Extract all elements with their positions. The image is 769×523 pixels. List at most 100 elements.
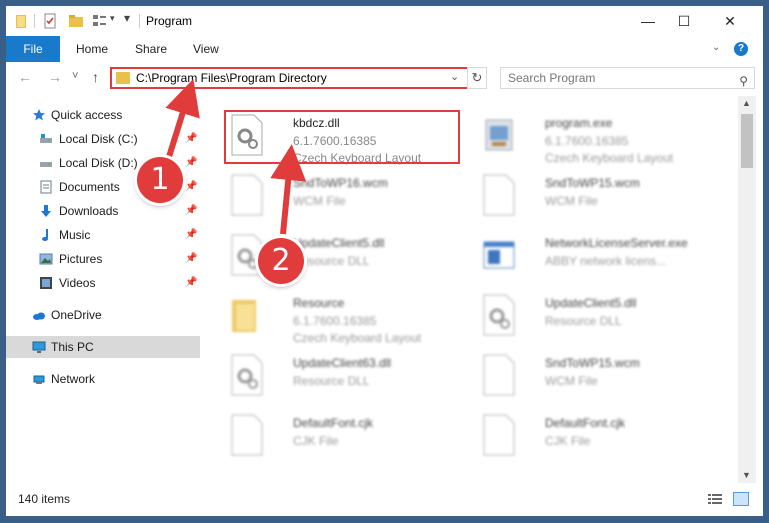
file-description: Czech Keyboard Layout	[545, 151, 674, 165]
sidebar-item-label: Music	[59, 228, 91, 242]
sidebar-item-label: Local Disk (D:)	[59, 156, 138, 170]
file-type: CJK File	[545, 434, 591, 448]
file-tile-networklicenseserver-exe[interactable]: NetworkLicenseServer.exe ABBY network li…	[482, 230, 722, 282]
scroll-thumb[interactable]	[741, 114, 753, 168]
sidebar-item-videos[interactable]: Videos 📌	[6, 272, 200, 294]
file-name: program.exe	[545, 116, 613, 130]
sidebar-item-label: Videos	[59, 276, 96, 290]
pin-icon[interactable]: 📌	[185, 128, 197, 150]
file-tile-program-exe[interactable]: program.exe 6.1.7600.16385 Czech Keyboar…	[482, 110, 722, 165]
tab-view[interactable]: View	[193, 36, 219, 62]
pin-icon[interactable]: 📌	[185, 272, 197, 294]
customize-arrow-icon[interactable]: ▾	[124, 11, 130, 25]
file-name: SndToWP15.wcm	[545, 176, 640, 190]
pin-icon[interactable]: 📌	[185, 224, 197, 246]
sidebar-item-label: Quick access	[51, 108, 123, 122]
back-button[interactable]: ←	[18, 69, 32, 85]
documents-icon	[40, 180, 52, 194]
file-tile-defaultfont-cjk-2[interactable]: DefaultFont.cjk CJK File	[482, 410, 722, 462]
file-description: Czech Keyboard Layout	[293, 331, 422, 345]
scroll-up-icon[interactable]: ▲	[742, 98, 751, 108]
sidebar-item-downloads[interactable]: Downloads 📌	[6, 200, 200, 222]
sidebar-item-label: Pictures	[59, 252, 103, 266]
highlight-box	[224, 110, 460, 164]
file-name: Resource	[293, 296, 345, 310]
search-placeholder: Search Program	[508, 71, 596, 85]
new-folder-icon[interactable]	[68, 13, 84, 29]
status-bar: 140 items	[6, 484, 763, 516]
folder-icon	[116, 72, 130, 84]
properties-icon[interactable]	[42, 13, 58, 29]
address-path[interactable]: C:\Program Files\Program Directory	[136, 71, 327, 85]
sidebar-item-this-pc[interactable]: This PC	[6, 336, 200, 358]
step-marker-2: 2	[258, 238, 304, 284]
file-type: Resource DLL	[293, 254, 370, 268]
sidebar-item-onedrive[interactable]: OneDrive	[6, 304, 200, 326]
search-icon[interactable]: ⚲	[739, 71, 748, 91]
sidebar-item-pictures[interactable]: Pictures 📌	[6, 248, 200, 270]
search-input[interactable]: Search Program ⚲	[500, 67, 755, 89]
pin-icon[interactable]: 📌	[185, 248, 197, 270]
file-tile-updateclient63-dll[interactable]: UpdateClient63.dll Resource DLL	[230, 350, 470, 402]
file-name: DefaultFont.cjk	[545, 416, 626, 430]
quick-access-separator	[34, 14, 35, 28]
sidebar-item-label: OneDrive	[51, 308, 102, 322]
file-name: UpdateClient5.dll	[293, 236, 385, 250]
file-name: UpdateClient63.dll	[293, 356, 392, 370]
drive-icon	[40, 134, 52, 143]
sidebar-item-label: Local Disk (C:)	[59, 132, 138, 146]
refresh-button[interactable]: ↻	[467, 67, 487, 89]
star-icon	[33, 109, 45, 121]
file-type: WCM File	[545, 194, 598, 208]
close-button[interactable]: ✕	[707, 6, 753, 36]
drive-icon	[40, 162, 52, 167]
file-type: WCM File	[545, 374, 598, 388]
file-list: kbdcz.dll 6.1.7600.16385 Czech Keyboard …	[211, 96, 738, 484]
file-type: Resource DLL	[293, 374, 370, 388]
address-bar[interactable]: C:\Program Files\Program Directory ⌄	[110, 67, 485, 89]
pictures-icon	[39, 253, 53, 265]
music-icon	[42, 229, 48, 241]
file-name: SndToWP15.wcm	[545, 356, 640, 370]
chevron-down-icon[interactable]: ▾	[110, 13, 115, 24]
tiles-view-icon[interactable]	[733, 492, 749, 506]
sidebar-item-music[interactable]: Music 📌	[6, 224, 200, 246]
forward-button[interactable]: →	[48, 69, 62, 85]
scroll-down-icon[interactable]: ▼	[742, 470, 751, 480]
navigation-bar: ← → ˅ ↑ C:\Program Files\Program Directo…	[6, 62, 763, 94]
recent-locations-button[interactable]: ˅	[72, 70, 78, 82]
file-tile-sndtowp15-wcm-2[interactable]: SndToWP15.wcm WCM File	[482, 350, 722, 402]
file-tile-updateclient5-dll-2[interactable]: UpdateClient5.dll Resource DLL	[482, 290, 722, 342]
details-view-icon[interactable]	[708, 493, 722, 505]
expand-ribbon-icon[interactable]: ⌄	[712, 42, 720, 53]
sidebar-item-local-disk-c[interactable]: Local Disk (C:) 📌	[6, 128, 200, 150]
dll-gear-icon	[231, 354, 263, 396]
chevron-down-icon[interactable]: ⌄	[450, 70, 459, 83]
file-name: UpdateClient5.dll	[545, 296, 637, 310]
sidebar-item-label: This PC	[51, 340, 94, 354]
tab-home[interactable]: Home	[76, 36, 108, 62]
tab-share[interactable]: Share	[135, 36, 167, 62]
file-version: 6.1.7600.16385	[545, 134, 629, 148]
file-tile-sndtowp16-wcm[interactable]: SndToWP16.wcm WCM File	[230, 170, 470, 222]
sidebar-item-quick-access[interactable]: Quick access	[6, 104, 200, 126]
file-type: WCM File	[293, 194, 346, 208]
help-icon[interactable]: ?	[734, 42, 748, 56]
up-button[interactable]: ↑	[92, 69, 99, 85]
file-type: CJK File	[293, 434, 339, 448]
vertical-scrollbar[interactable]: ▲ ▼	[738, 96, 756, 483]
file-explorer-window: ▾ ▾ Program — ☐ ✕ File Home Share View ⌄…	[6, 6, 763, 516]
file-tile-resource-folder[interactable]: Resource 6.1.7600.16385 Czech Keyboard L…	[230, 290, 470, 345]
sidebar-item-network[interactable]: Network	[6, 368, 200, 390]
file-tile-defaultfont-cjk[interactable]: DefaultFont.cjk CJK File	[230, 410, 470, 462]
pin-icon[interactable]: 📌	[185, 176, 197, 198]
pin-icon[interactable]: 📌	[185, 152, 197, 174]
exe-icon	[485, 119, 513, 151]
file-version: 6.1.7600.16385	[293, 314, 377, 328]
pin-icon[interactable]: 📌	[185, 200, 197, 222]
customize-toolbar-icon[interactable]	[92, 13, 108, 29]
file-tile-sndtowp15-wcm[interactable]: SndToWP15.wcm WCM File	[482, 170, 722, 222]
tab-file[interactable]: File	[6, 36, 60, 62]
navigation-pane: Quick access Local Disk (C:) 📌 Local Dis…	[6, 96, 200, 484]
maximize-button[interactable]: ☐	[661, 6, 707, 36]
